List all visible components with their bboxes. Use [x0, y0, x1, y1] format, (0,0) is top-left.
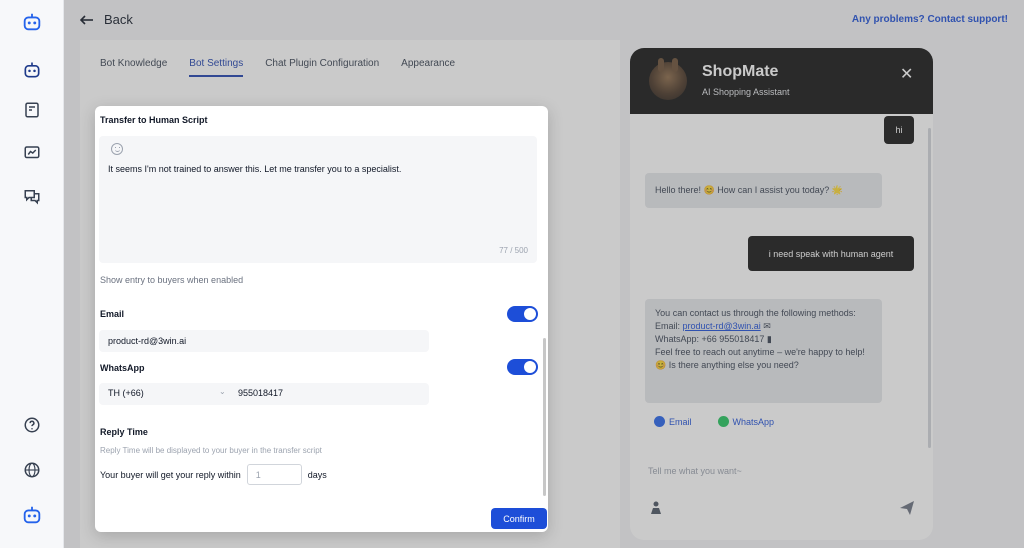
user-avatar-icon[interactable]	[20, 503, 44, 527]
help-icon[interactable]	[20, 413, 44, 437]
globe-icon[interactable]	[20, 458, 44, 482]
script-textarea[interactable]: It seems I'm not trained to answer this.…	[99, 136, 537, 263]
country-code-select[interactable]: TH (+66)	[108, 388, 144, 398]
emoji-icon[interactable]	[111, 143, 123, 155]
script-text: It seems I'm not trained to answer this.…	[108, 164, 402, 174]
reply-days-input[interactable]: 1	[246, 464, 302, 485]
whatsapp-field: TH (+66) ⌄ 955018417	[99, 383, 429, 405]
phone-input[interactable]: 955018417	[238, 388, 283, 398]
whatsapp-label: WhatsApp	[100, 363, 145, 373]
reply-time-label: Reply Time	[100, 427, 148, 437]
show-entry-hint: Show entry to buyers when enabled	[100, 275, 244, 285]
bot-nav-icon[interactable]	[20, 58, 44, 82]
char-count: 77 / 500	[499, 246, 528, 255]
whatsapp-toggle[interactable]	[507, 359, 538, 375]
reply-time-row: Your buyer will get your reply within 1 …	[100, 464, 327, 485]
reply-time-prefix: Your buyer will get your reply within	[100, 469, 241, 480]
robot-logo-icon[interactable]	[20, 10, 44, 34]
email-field[interactable]: product-rd@3win.ai	[99, 330, 429, 352]
document-nav-icon[interactable]	[20, 98, 44, 122]
chat-nav-icon[interactable]	[20, 184, 44, 208]
modal-scrollbar[interactable]	[543, 338, 546, 496]
transfer-to-human-modal: Transfer to Human Script It seems I'm no…	[95, 106, 548, 532]
analytics-nav-icon[interactable]	[20, 141, 44, 165]
confirm-button[interactable]: Confirm	[491, 508, 547, 529]
email-toggle[interactable]	[507, 306, 538, 322]
sidebar	[0, 0, 64, 548]
modal-title: Transfer to Human Script	[100, 115, 208, 125]
reply-time-hint: Reply Time will be displayed to your buy…	[100, 446, 322, 455]
reply-time-suffix: days	[307, 469, 327, 480]
email-label: Email	[100, 309, 125, 319]
chevron-down-icon[interactable]: ⌄	[219, 387, 226, 396]
